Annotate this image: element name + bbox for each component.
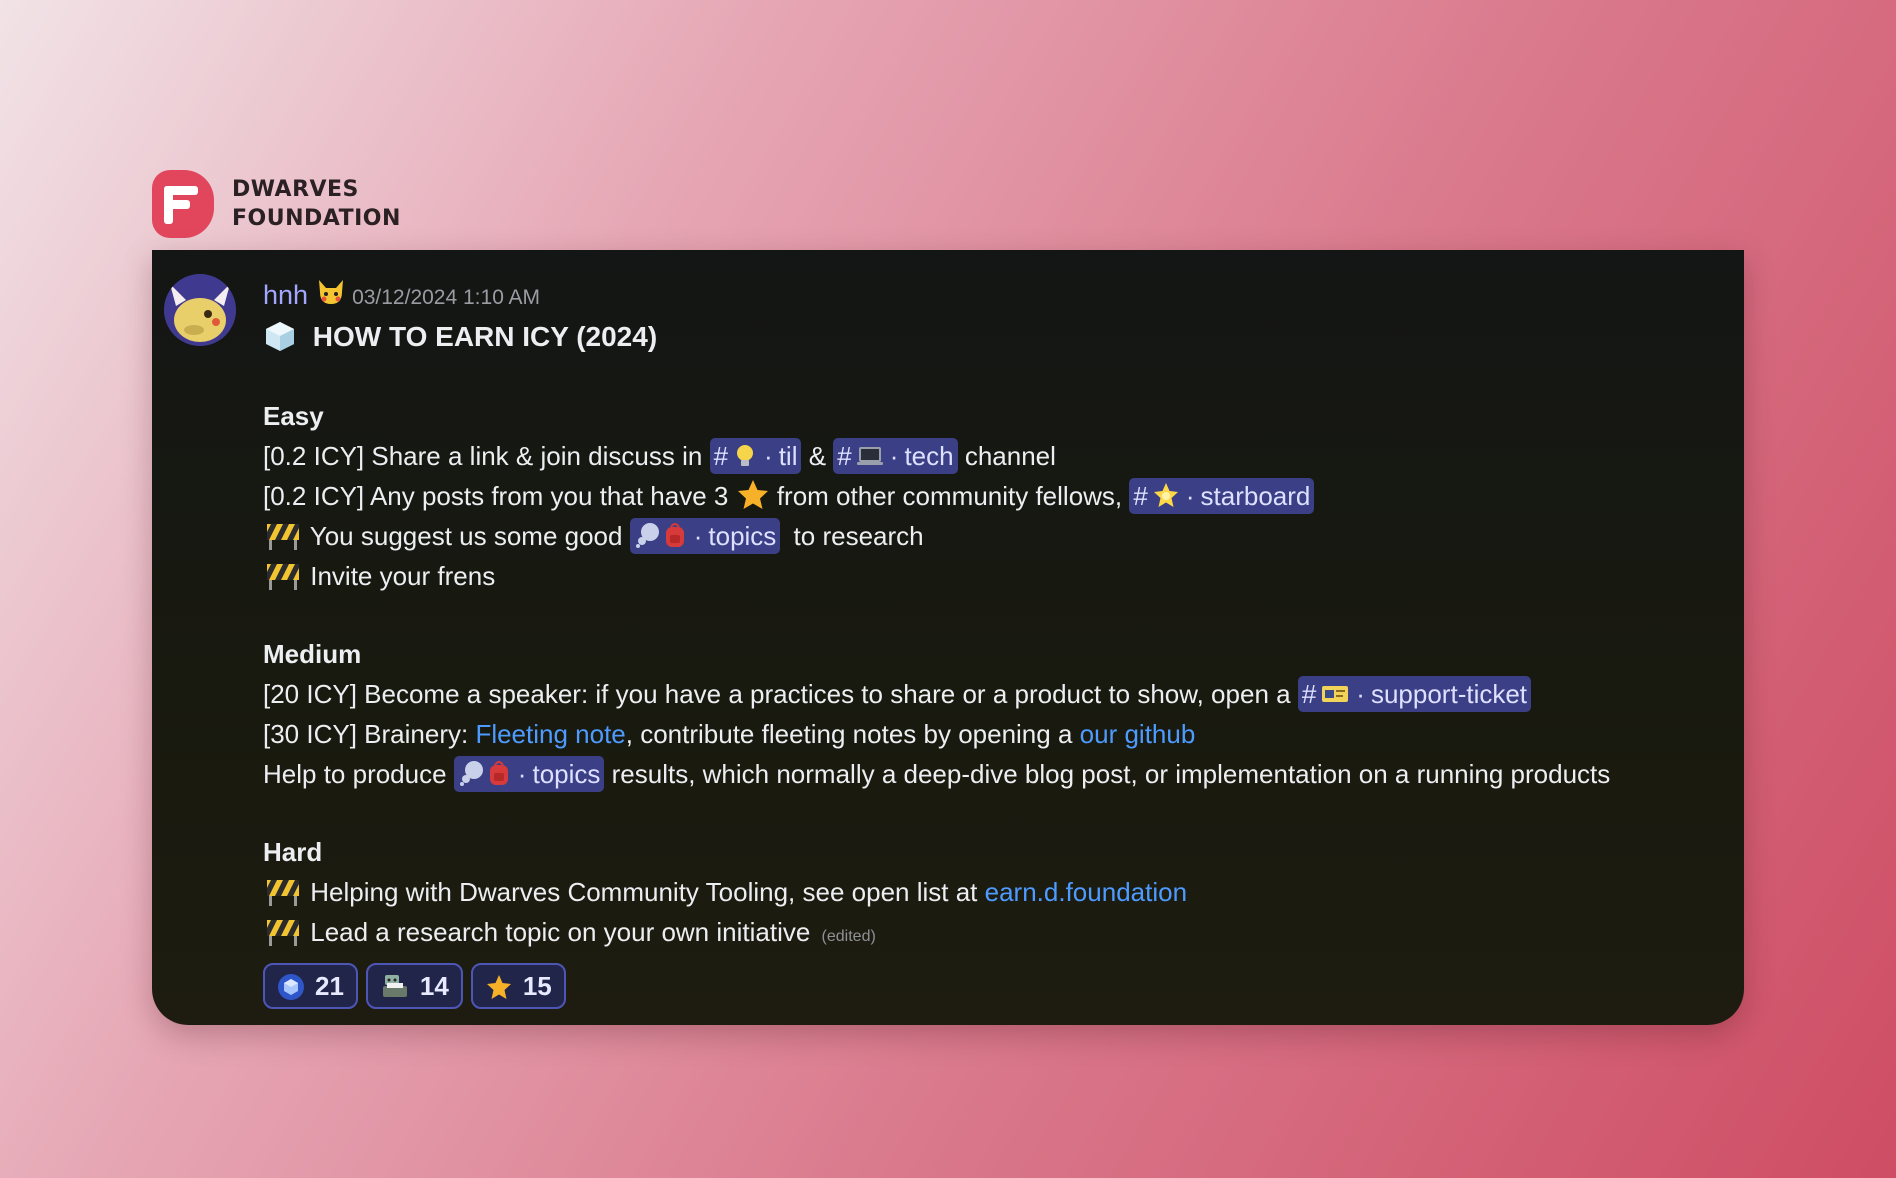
- fleeting-note-link[interactable]: Fleeting note: [475, 719, 625, 749]
- laptop-icon: [856, 442, 884, 468]
- medium-line-1: [20 ICY] Become a speaker: if you have a…: [263, 674, 1724, 714]
- ice-cube-icon: [263, 319, 297, 353]
- medium-line-3: Help to produce · topics results, which n…: [263, 754, 1724, 794]
- avatar[interactable]: [164, 274, 236, 346]
- github-link[interactable]: our github: [1080, 719, 1196, 749]
- timestamp: 03/12/2024 1:10 AM: [352, 286, 541, 309]
- message-header: hnh 03/12/2024 1:10 AM: [263, 274, 1724, 316]
- hard-line-2: Lead a research topic on your own initia…: [263, 912, 1724, 957]
- channel-mention-tech[interactable]: # · tech: [833, 438, 958, 474]
- hard-line-1: Helping with Dwarves Community Tooling, …: [263, 872, 1724, 912]
- easy-line-1: [0.2 ICY] Share a link & join discuss in…: [263, 436, 1724, 476]
- star-icon: [736, 478, 770, 512]
- section-heading-medium: Medium: [263, 639, 362, 669]
- edited-label: (edited): [821, 928, 876, 945]
- backpack-icon: [486, 759, 512, 787]
- star-icon: [485, 972, 513, 1000]
- blue-cube-icon: [277, 972, 305, 1000]
- reaction-robot-printer[interactable]: 14: [365, 963, 463, 1009]
- message-card: hnh 03/12/2024 1:10 AM HOW TO EARN ICY (…: [152, 250, 1744, 1025]
- easy-line-3: You suggest us some good · topics to rese…: [263, 516, 1724, 556]
- robot-printer-icon: [380, 971, 410, 1001]
- construction-icon: [263, 914, 303, 948]
- reactions-bar: 21 14 15: [263, 963, 1724, 1009]
- thought-bubble-icon: [458, 759, 486, 787]
- construction-icon: [263, 558, 303, 592]
- message-content: hnh 03/12/2024 1:10 AM HOW TO EARN ICY (…: [263, 274, 1724, 1009]
- message-title: HOW TO EARN ICY (2024): [263, 316, 1724, 358]
- section-heading-hard: Hard: [263, 837, 323, 867]
- username[interactable]: hnh: [263, 277, 308, 313]
- thought-bubble-icon: [634, 521, 662, 549]
- section-heading-easy: Easy: [263, 401, 324, 431]
- glowing-star-icon: [1152, 481, 1180, 509]
- channel-mention-topics[interactable]: · topics: [629, 518, 781, 554]
- channel-mention-til[interactable]: # · til: [709, 438, 802, 474]
- medium-line-2: [30 ICY] Brainery: Fleeting note, contri…: [263, 719, 1196, 749]
- channel-mention-starboard[interactable]: # · starboard: [1129, 478, 1315, 514]
- construction-icon: [263, 874, 303, 908]
- channel-mention-support-ticket[interactable]: # · support-ticket: [1297, 676, 1532, 712]
- construction-icon: [263, 518, 303, 552]
- reaction-star[interactable]: 15: [470, 963, 566, 1009]
- brand-header: DWARVES FOUNDATION: [152, 170, 401, 238]
- easy-line-4: Invite your frens: [263, 556, 1724, 596]
- ticket-icon: [1320, 680, 1350, 706]
- easy-line-2: [0.2 ICY] Any posts from you that have 3…: [263, 476, 1724, 516]
- lightbulb-icon: [732, 442, 758, 468]
- channel-mention-topics[interactable]: · topics: [453, 756, 605, 792]
- pikachu-badge-icon: [316, 276, 346, 306]
- brand-name: DWARVES FOUNDATION: [232, 177, 401, 231]
- backpack-icon: [662, 521, 688, 549]
- dwarves-logo-icon: [152, 170, 214, 238]
- earn-link[interactable]: earn.d.foundation: [985, 877, 1187, 907]
- reaction-blue-cube[interactable]: 21: [263, 963, 358, 1009]
